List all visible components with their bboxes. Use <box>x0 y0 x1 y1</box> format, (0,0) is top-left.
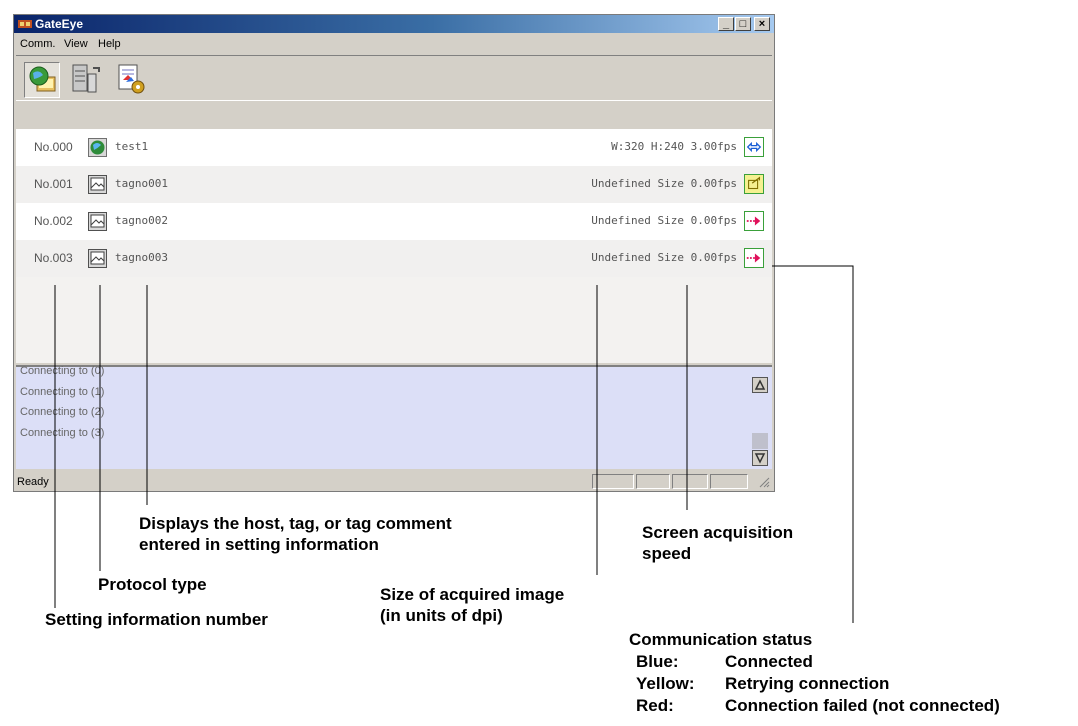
legend-value: Connected <box>725 652 813 671</box>
legend-label: Blue: <box>636 652 679 671</box>
callout-size: Size of acquired image (in units of dpi) <box>380 585 565 625</box>
legend-value: Retrying connection <box>725 674 890 693</box>
legend-value: Connection failed (not connected) <box>725 696 1000 715</box>
callout-protocol: Protocol type <box>98 575 207 594</box>
legend-label: Red: <box>636 696 674 715</box>
callout-comm-title: Communication status <box>629 630 813 649</box>
legend-label: Yellow: <box>636 674 695 693</box>
callout-host-tag: Displays the host, tag, or tag comment e… <box>139 514 452 554</box>
callout-setting-no: Setting information number <box>45 610 268 629</box>
callout-speed: Screen acquisition speed <box>642 523 794 563</box>
